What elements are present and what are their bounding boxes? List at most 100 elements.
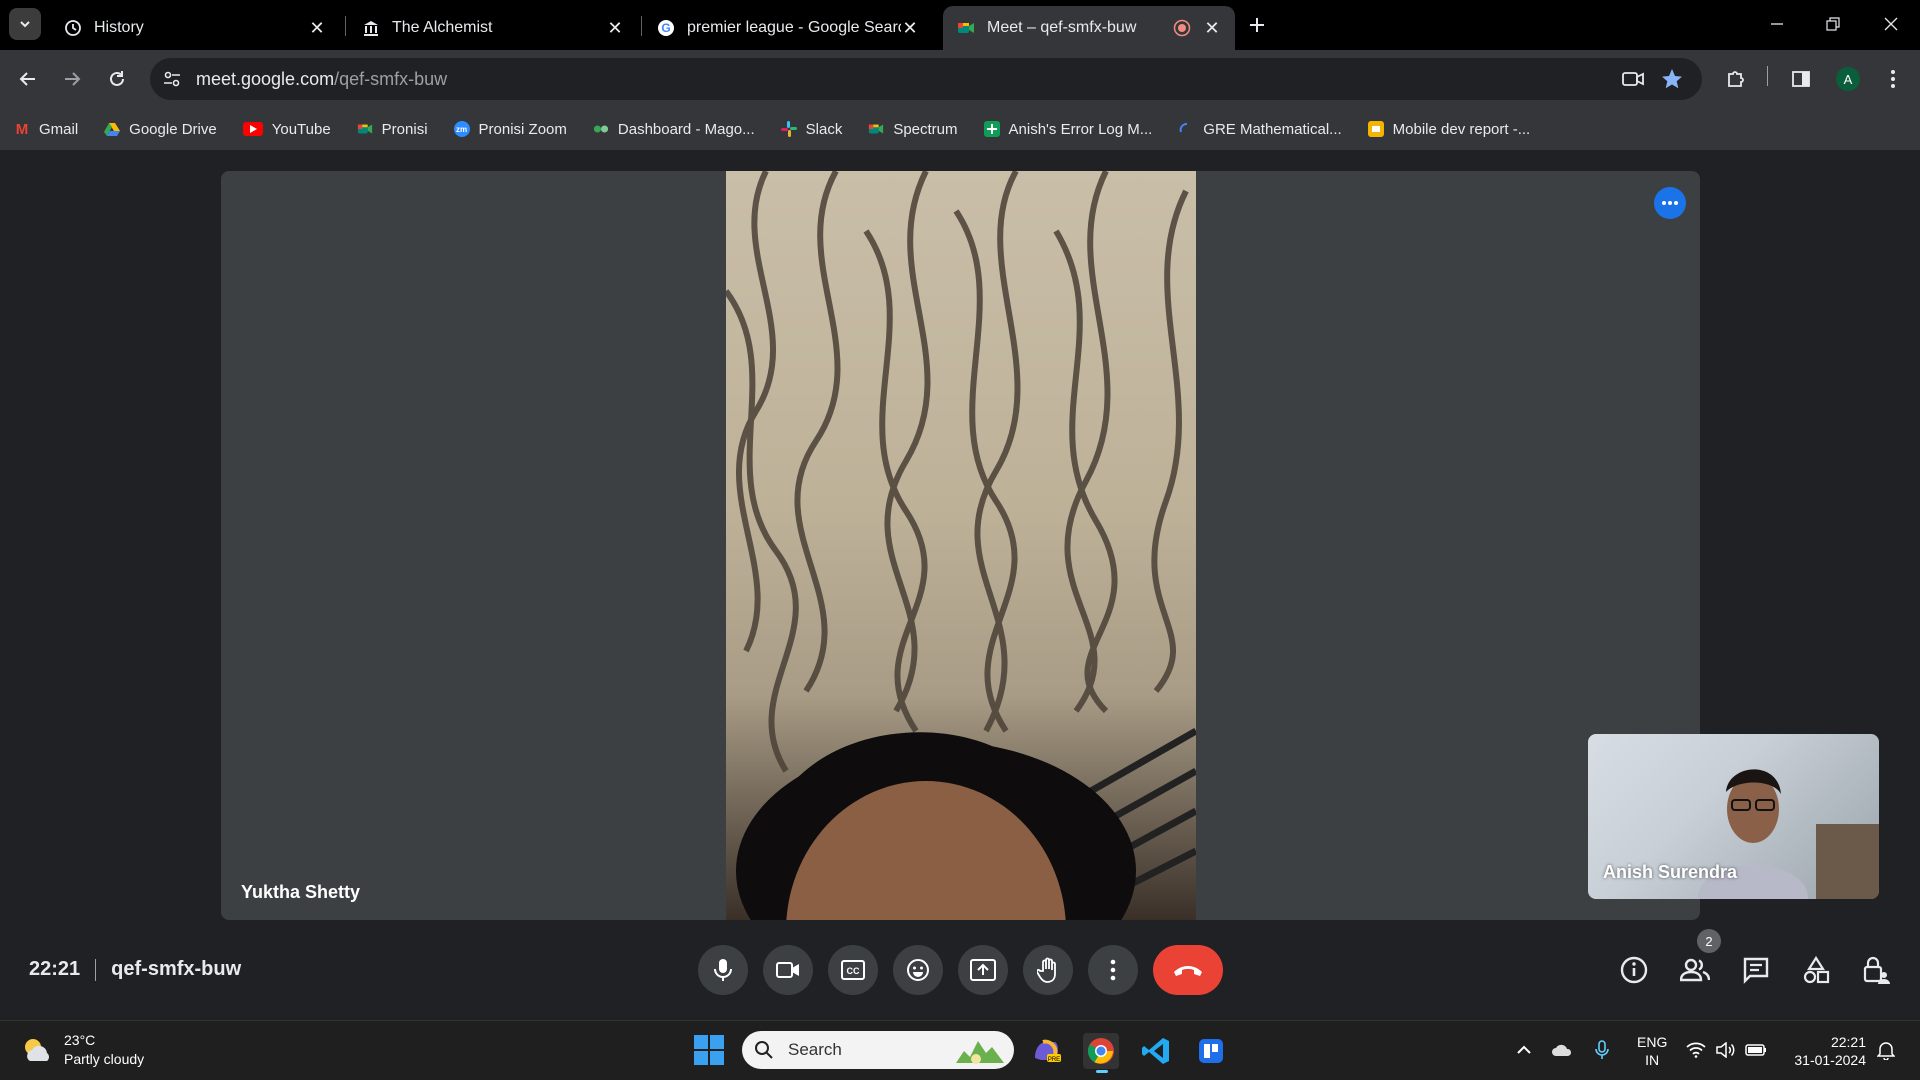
side-panel-button[interactable] [1787, 65, 1815, 93]
present-screen-button[interactable] [958, 945, 1008, 995]
show-hidden-icons-button[interactable] [1513, 1039, 1535, 1061]
wifi-icon [1686, 1042, 1706, 1058]
bookmark-star-icon[interactable] [1661, 68, 1683, 90]
youtube-icon [242, 122, 263, 136]
new-tab-button[interactable] [1245, 13, 1269, 37]
tab-title: premier league - Google Search [687, 19, 901, 36]
microphone-button[interactable] [698, 945, 748, 995]
minimize-button[interactable] [1765, 12, 1789, 36]
emoji-icon [907, 959, 929, 981]
input-language-indicator[interactable]: ENG IN [1637, 1033, 1667, 1069]
tab-history[interactable]: History ✕ [50, 6, 340, 50]
tile-more-options-button[interactable] [1654, 187, 1686, 219]
people-button[interactable] [1678, 953, 1712, 987]
more-options-button[interactable] [1088, 945, 1138, 995]
forward-button[interactable] [58, 65, 86, 93]
bing-highlight-icon [956, 1041, 1004, 1064]
bookmark-spectrum[interactable]: Spectrum [868, 121, 958, 138]
people-icon [1680, 958, 1710, 982]
site-info-icon[interactable] [162, 69, 182, 89]
restore-button[interactable] [1821, 12, 1845, 36]
back-button[interactable] [14, 65, 42, 93]
bookmark-dashboard[interactable]: Dashboard - Mago... [593, 121, 755, 138]
bookmark-gre[interactable]: GRE Mathematical... [1178, 121, 1342, 138]
taskbar-search-box[interactable]: Search [742, 1031, 1014, 1069]
chat-button[interactable] [1739, 953, 1773, 987]
camera-in-use-icon[interactable] [1622, 69, 1644, 89]
leave-call-button[interactable] [1153, 945, 1223, 995]
tab-search-button[interactable] [9, 8, 41, 40]
info-icon [1620, 956, 1648, 984]
taskbar-copilot[interactable]: PRE [1028, 1033, 1064, 1069]
taskbar-vscode[interactable] [1138, 1033, 1174, 1069]
reactions-button[interactable] [893, 945, 943, 995]
url-path: /qef-smfx-buw [334, 69, 448, 89]
more-horiz-icon [1662, 201, 1678, 205]
bookmark-label: Slack [805, 120, 843, 138]
recording-icon [1173, 19, 1191, 37]
copilot-icon: PRE [1035, 1039, 1061, 1063]
wifi-tray-icon[interactable] [1685, 1039, 1707, 1061]
self-view-tile[interactable]: Anish Surendra [1588, 734, 1879, 899]
sheets-icon [983, 121, 1000, 137]
close-icon[interactable]: ✕ [308, 18, 326, 38]
battery-tray-icon[interactable] [1745, 1039, 1767, 1061]
kebab-menu-icon [1110, 959, 1116, 981]
svg-text:PRE: PRE [1048, 1057, 1060, 1063]
search-placeholder: Search [788, 1040, 842, 1059]
participant-video [726, 171, 1196, 920]
avatar: A [1836, 67, 1860, 91]
participant-tile-main[interactable]: Yuktha Shetty [221, 171, 1700, 920]
tab-the-alchemist[interactable]: The Alchemist ✕ [348, 6, 638, 50]
bookmark-youtube[interactable]: YouTube [242, 121, 331, 138]
present-to-all-icon [970, 959, 996, 981]
toolbar-separator [1767, 66, 1768, 86]
battery-charging-icon [1745, 1044, 1766, 1056]
taskbar-chrome[interactable] [1083, 1033, 1119, 1073]
address-bar[interactable]: meet.google.com/qef-smfx-buw [150, 58, 1702, 100]
activities-button[interactable] [1799, 953, 1833, 987]
vscode-icon [1142, 1038, 1169, 1064]
bookmark-label: Anish's Error Log M... [1008, 120, 1153, 138]
close-icon[interactable]: ✕ [606, 18, 624, 38]
volume-tray-icon[interactable] [1715, 1039, 1737, 1061]
url-text[interactable]: meet.google.com/qef-smfx-buw [196, 69, 447, 90]
browser-menu-button[interactable] [1879, 65, 1907, 93]
bookmark-pronisi[interactable]: Pronisi [357, 121, 428, 138]
bookmark-google-drive[interactable]: Google Drive [104, 121, 217, 138]
meet-icon [957, 19, 975, 37]
onedrive-tray-icon[interactable] [1551, 1039, 1573, 1061]
extensions-button[interactable] [1722, 65, 1750, 93]
close-window-button[interactable] [1879, 12, 1903, 36]
tab-meet[interactable]: Meet – qef-smfx-buw ✕ [943, 6, 1235, 50]
microphone-tray-icon[interactable] [1591, 1039, 1613, 1061]
bookmarks-bar: M Gmail Google Drive YouTube Pronisi zm Pr… [0, 108, 1920, 150]
close-icon[interactable]: ✕ [1203, 18, 1221, 38]
meeting-details-button[interactable] [1617, 953, 1651, 987]
bookmark-gmail[interactable]: M Gmail [14, 121, 78, 138]
chat-icon [1743, 957, 1769, 984]
reload-button[interactable] [103, 65, 131, 93]
system-clock[interactable]: 22:21 31-01-2024 [1784, 1033, 1866, 1069]
host-controls-button[interactable] [1859, 953, 1893, 987]
profile-avatar[interactable]: A [1834, 65, 1862, 93]
chrome-icon [1087, 1038, 1114, 1064]
weather-temp: 23°C [64, 1032, 96, 1048]
captions-button[interactable]: CC [828, 945, 878, 995]
tab-premier-league[interactable]: G premier league - Google Search ✕ [643, 6, 933, 50]
taskbar-app[interactable] [1193, 1033, 1229, 1069]
close-icon[interactable]: ✕ [901, 18, 919, 38]
bookmark-mobile-dev-report[interactable]: Mobile dev report -... [1367, 121, 1530, 138]
side-panel-icon [1792, 71, 1810, 87]
bookmark-slack[interactable]: Slack [780, 120, 843, 138]
bookmark-error-log[interactable]: Anish's Error Log M... [983, 120, 1153, 138]
notifications-button[interactable] [1875, 1039, 1897, 1061]
start-button[interactable] [694, 1035, 724, 1065]
camera-button[interactable] [763, 945, 813, 995]
arrow-right-icon [65, 72, 81, 86]
raise-hand-button[interactable] [1023, 945, 1073, 995]
weather-widget[interactable]: 23°C Partly cloudy [20, 1031, 144, 1069]
shapes-icon [1803, 956, 1830, 984]
volume-icon [1716, 1042, 1735, 1058]
bookmark-pronisi-zoom[interactable]: zm Pronisi Zoom [453, 121, 567, 138]
